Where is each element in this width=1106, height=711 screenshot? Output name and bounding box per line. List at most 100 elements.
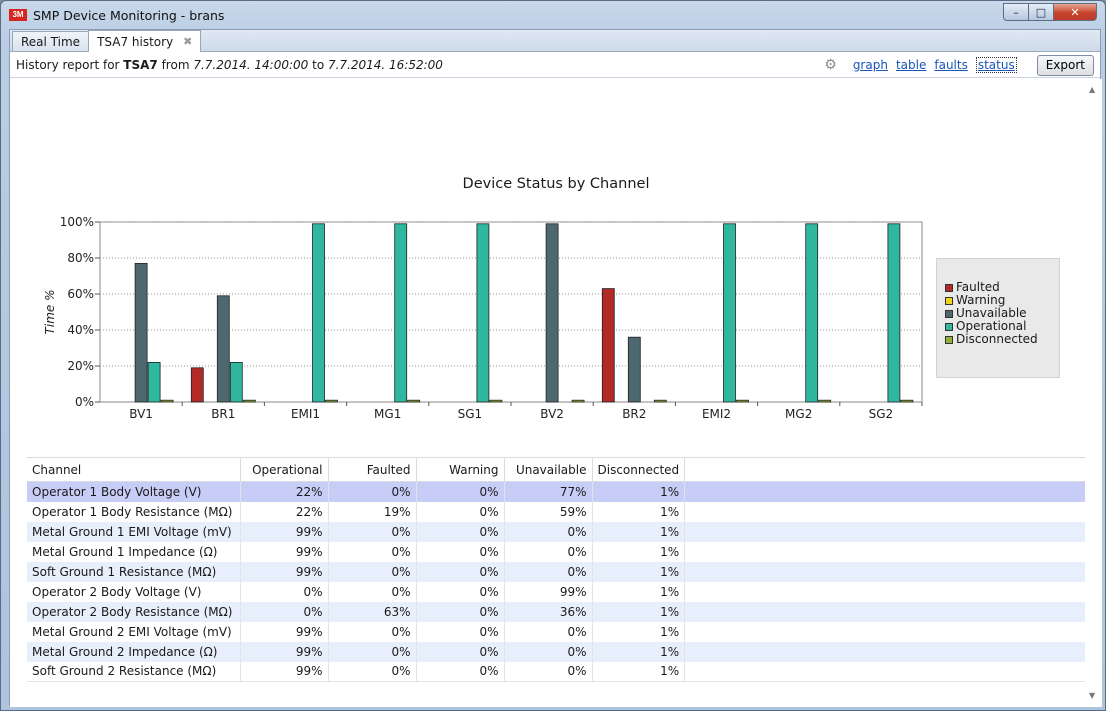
tab-real-time[interactable]: Real Time [12,31,90,51]
bar-disconnected-sg1 [489,399,503,403]
cell-channel: Metal Ground 1 EMI Voltage (mV) [27,521,241,542]
cell-faulted: 0% [328,521,417,542]
export-button[interactable]: Export [1036,54,1094,76]
graph-link[interactable]: graph [853,58,888,72]
maximize-button[interactable]: □ [1028,3,1054,21]
cell-filler [684,481,1095,502]
cell-disconnected: 1% [592,581,686,602]
cell-disconnected: 1% [592,481,686,502]
bar-disconnected-emi1 [325,399,338,403]
report-to-date: 7.7.2014. 16:52:00 [327,57,443,72]
bar-disconnected-bv2 [571,399,585,403]
cell-channel: Metal Ground 2 EMI Voltage (mV) [27,621,241,642]
x-tick-label: SG1 [458,407,483,421]
column-header-faulted[interactable]: Faulted [328,457,417,482]
cell-faulted: 19% [328,501,417,522]
cell-faulted: 0% [328,621,417,642]
table-row[interactable]: Metal Ground 2 EMI Voltage (mV) 99% 0% 0% 0%… [27,621,1095,642]
status-link[interactable]: status [975,57,1017,73]
bar-disconnected-br2 [653,399,667,403]
x-tick-label: BV1 [129,407,153,421]
cell-disconnected: 1% [592,661,686,682]
cell-channel: Operator 1 Body Resistance (MΩ) [27,501,241,522]
cell-filler [684,581,1095,602]
column-header-operational[interactable]: Operational [240,457,329,482]
chart-title: Device Status by Channel [462,176,650,192]
status-table: Channel Operational Faulted Warning Unav… [27,457,1095,682]
cell-faulted: 0% [328,541,417,562]
cell-disconnected: 1% [592,601,686,622]
cell-faulted: 0% [328,661,417,682]
table-row[interactable]: Metal Ground 1 Impedance (Ω) 99% 0% 0% 0% 1% [27,541,1095,562]
bar-disconnected-br1 [242,399,256,403]
table-row[interactable]: Metal Ground 1 EMI Voltage (mV) 99% 0% 0% 0%… [27,521,1095,542]
close-button[interactable]: ✕ [1053,3,1097,21]
table-link[interactable]: table [896,58,926,72]
column-header-unavailable[interactable]: Unavailable [504,457,593,482]
bar-unavailable-bv2 [545,223,559,403]
client-area: Real Time TSA7 history ✖ History report … [9,29,1102,707]
scroll-up-icon[interactable]: ▲ [1089,85,1095,94]
report-prefix: History report for [16,57,124,72]
scroll-down-icon[interactable]: ▼ [1089,691,1095,700]
table-row[interactable]: Soft Ground 2 Resistance (MΩ) 99% 0% 0% 0% 1% [27,661,1095,682]
bar-faulted-br2 [601,288,615,403]
x-tick-label: MG2 [785,407,812,421]
cell-warning: 0% [416,641,505,662]
bar-operational-sg1 [476,223,490,403]
column-header-disconnected[interactable]: Disconnected [592,457,686,482]
bar-faulted-br1 [190,367,204,403]
cell-unavailable: 0% [504,521,593,542]
bar-disconnected-emi2 [736,399,749,403]
cell-channel: Metal Ground 1 Impedance (Ω) [27,541,241,562]
bar-operational-emi1 [312,223,325,403]
table-row[interactable]: Metal Ground 2 Impedance (Ω) 99% 0% 0% 0% 1% [27,641,1095,662]
cell-disconnected: 1% [592,561,686,582]
cell-operational: 22% [240,481,329,502]
table-row[interactable]: Operator 2 Body Voltage (V) 0% 0% 0% 99% 1% [27,581,1095,602]
x-tick-label: EMI2 [702,407,731,421]
legend-swatch [945,309,953,318]
vertical-scrollbar[interactable]: ▲ ▼ [1085,79,1102,707]
cell-warning: 0% [416,521,505,542]
legend-item: Disconnected [945,333,1059,346]
tab-tsa7-history[interactable]: TSA7 history ✖ [88,30,202,52]
column-header-warning[interactable]: Warning [416,457,505,482]
table-row[interactable]: Soft Ground 1 Resistance (MΩ) 99% 0% 0% 0% 1% [27,561,1095,582]
cell-unavailable: 0% [504,621,593,642]
gear-icon[interactable]: ⚙ [824,57,837,73]
title-bar[interactable]: 3M SMP Device Monitoring - brans – □ ✕ [1,1,1105,29]
tab-close-icon[interactable]: ✖ [183,35,192,48]
cell-warning: 0% [416,601,505,622]
tab-tsa7-history-label: TSA7 history [97,34,174,49]
column-header-channel[interactable]: Channel [27,457,241,482]
cell-filler [684,601,1095,622]
cell-disconnected: 1% [592,501,686,522]
cell-faulted: 63% [328,601,417,622]
table-row[interactable]: Operator 1 Body Resistance (MΩ) 22% 19% 0% 5… [27,501,1095,522]
cell-disconnected: 1% [592,641,686,662]
app-logo-icon: 3M [9,9,27,21]
cell-warning: 0% [416,621,505,642]
table-row[interactable]: Operator 1 Body Voltage (V) 22% 0% 0% 77% 1% [27,481,1095,502]
bar-operational-mg1 [394,223,408,403]
cell-filler [684,501,1095,522]
cell-operational: 99% [240,661,329,682]
faults-link[interactable]: faults [934,58,967,72]
bar-unavailable-br1 [216,295,230,403]
minimize-button[interactable]: – [1003,3,1029,21]
cell-warning: 0% [416,501,505,522]
cell-unavailable: 0% [504,541,593,562]
table-row[interactable]: Operator 2 Body Resistance (MΩ) 0% 63% 0% 36… [27,601,1095,622]
report-to-word: to [308,57,328,72]
x-tick-label: BR2 [622,407,646,421]
legend-swatch [945,322,953,331]
cell-channel: Operator 2 Body Voltage (V) [27,581,241,602]
cell-operational: 99% [240,621,329,642]
cell-warning: 0% [416,581,505,602]
cell-channel: Operator 1 Body Voltage (V) [27,481,241,502]
cell-warning: 0% [416,661,505,682]
cell-unavailable: 99% [504,581,593,602]
y-tick-label: 20% [67,359,94,373]
x-tick-label: BV2 [540,407,564,421]
